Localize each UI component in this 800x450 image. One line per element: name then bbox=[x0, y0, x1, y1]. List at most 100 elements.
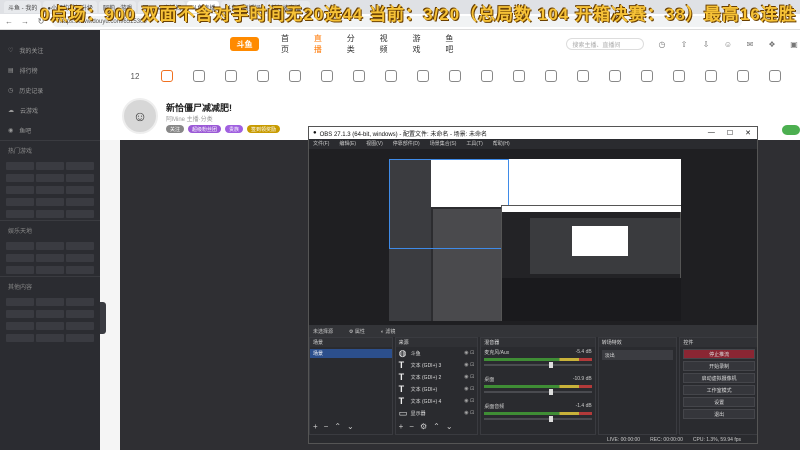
properties-button[interactable]: ⚙ 属性 bbox=[349, 328, 365, 335]
selection-box[interactable] bbox=[389, 159, 509, 249]
feature-item[interactable] bbox=[606, 70, 624, 82]
nav-video[interactable]: 视频 bbox=[380, 33, 391, 55]
add-icon[interactable]: + bbox=[399, 422, 404, 431]
stop-streaming-button[interactable]: 停止推流 bbox=[683, 349, 755, 359]
upload-icon[interactable]: ⇧ bbox=[678, 38, 690, 50]
feature-item[interactable] bbox=[222, 70, 240, 82]
slider-handle[interactable] bbox=[548, 416, 553, 422]
feature-item[interactable] bbox=[766, 70, 784, 82]
scene-item[interactable]: 场景 bbox=[310, 349, 392, 358]
category-link[interactable] bbox=[66, 210, 94, 218]
category-link[interactable] bbox=[6, 322, 34, 330]
virtual-camera-button[interactable]: 启动虚拟摄像机 bbox=[683, 373, 755, 383]
menu-file[interactable]: 文件(F) bbox=[313, 140, 329, 147]
browser-tab[interactable]: 斗鱼 - 我的 bbox=[4, 1, 42, 13]
source-item[interactable]: T 文本 (GDI+) 4 ◉ ⊡ bbox=[396, 395, 478, 407]
category-link[interactable] bbox=[6, 198, 34, 206]
minimize-icon[interactable]: — bbox=[708, 129, 715, 137]
category-link[interactable] bbox=[6, 310, 34, 318]
studio-mode-button[interactable]: 工作室模式 bbox=[683, 385, 755, 395]
category-link[interactable] bbox=[36, 298, 64, 306]
sidebar-item-yuba[interactable]: ◉ 鱼吧 bbox=[0, 120, 100, 140]
feature-item[interactable] bbox=[542, 70, 560, 82]
menu-tools[interactable]: 工具(T) bbox=[466, 140, 482, 147]
visibility-lock-icon[interactable]: ◉ ⊡ bbox=[464, 410, 477, 416]
feature-item[interactable] bbox=[670, 70, 688, 82]
category-link[interactable] bbox=[66, 266, 94, 274]
volume-slider[interactable] bbox=[484, 389, 592, 395]
nav-live[interactable]: 直播 bbox=[314, 33, 325, 55]
browser-tab-active[interactable]: 斗鱼直播 bbox=[187, 1, 220, 13]
menu-scene-collection[interactable]: 场景集合(S) bbox=[430, 140, 457, 147]
category-link[interactable] bbox=[66, 186, 94, 194]
menu-help[interactable]: 帮助(H) bbox=[493, 140, 510, 147]
slider-handle[interactable] bbox=[548, 362, 553, 368]
remove-icon[interactable]: − bbox=[324, 422, 329, 431]
start-recording-button[interactable]: 开始录制 bbox=[683, 361, 755, 371]
category-link[interactable] bbox=[36, 254, 64, 262]
category-link[interactable] bbox=[66, 334, 94, 342]
feature-item[interactable] bbox=[190, 70, 208, 82]
transition-select[interactable]: 淡出 bbox=[601, 350, 674, 360]
noble-badge[interactable]: 贵族 bbox=[225, 125, 244, 133]
close-icon[interactable]: ✕ bbox=[745, 129, 751, 137]
category-link[interactable] bbox=[36, 174, 64, 182]
source-item[interactable]: T 文本 (GDI+) 3 ◉ ⊡ bbox=[396, 359, 478, 371]
feature-item[interactable] bbox=[702, 70, 720, 82]
category-link[interactable] bbox=[36, 334, 64, 342]
address-input[interactable]: https://www.douyu.com/6515300 bbox=[52, 16, 742, 27]
feature-item[interactable] bbox=[446, 70, 464, 82]
sidebar-item-rank[interactable]: ▤ 排行榜 bbox=[0, 60, 100, 80]
search-input[interactable]: 搜索主播、直播间 bbox=[566, 38, 645, 50]
menu-docks[interactable]: 停靠部件(D) bbox=[393, 140, 420, 147]
category-link[interactable] bbox=[66, 310, 94, 318]
sidebar-item-follow[interactable]: ♡ 我的关注 bbox=[0, 40, 100, 60]
download-icon[interactable]: ⇩ bbox=[700, 38, 712, 50]
category-link[interactable] bbox=[36, 210, 64, 218]
move-down-icon[interactable]: ⌄ bbox=[446, 422, 453, 431]
visibility-lock-icon[interactable]: ◉ ⊡ bbox=[464, 362, 477, 368]
remove-icon[interactable]: − bbox=[409, 422, 414, 431]
feature-item[interactable] bbox=[286, 70, 304, 82]
browser-tab[interactable]: 新加坡直播... bbox=[266, 1, 310, 13]
source-item[interactable]: T 文本 (GDI+) ◉ ⊡ bbox=[396, 383, 478, 395]
sidebar-item-cloudgame[interactable]: ☁ 云游戏 bbox=[0, 100, 100, 120]
category-link[interactable] bbox=[66, 242, 94, 250]
forward-icon[interactable]: → bbox=[20, 17, 30, 27]
visibility-lock-icon[interactable]: ◉ ⊡ bbox=[464, 350, 477, 356]
category-link[interactable] bbox=[6, 242, 34, 250]
douyu-logo[interactable]: 斗鱼 bbox=[230, 37, 259, 51]
category-link[interactable] bbox=[6, 298, 34, 306]
menu-view[interactable]: 视图(V) bbox=[366, 140, 383, 147]
browser-tab[interactable]: ●小红的重复升级 bbox=[43, 1, 97, 13]
feature-item[interactable] bbox=[574, 70, 592, 82]
reload-icon[interactable]: ↻ bbox=[36, 17, 46, 27]
category-link[interactable] bbox=[6, 266, 34, 274]
user-icon[interactable]: ☺ bbox=[722, 38, 734, 50]
feature-item[interactable] bbox=[254, 70, 272, 82]
feature-item[interactable] bbox=[382, 70, 400, 82]
volume-slider[interactable] bbox=[484, 362, 592, 368]
category-link[interactable] bbox=[66, 298, 94, 306]
sidebar-item-history[interactable]: ◷ 历史记录 bbox=[0, 80, 100, 100]
category-link[interactable] bbox=[6, 174, 34, 182]
category-link[interactable] bbox=[36, 186, 64, 194]
maximize-icon[interactable]: ☐ bbox=[727, 129, 733, 137]
obs-preview-area[interactable] bbox=[309, 149, 757, 325]
feature-item[interactable] bbox=[350, 70, 368, 82]
message-icon[interactable]: ✉ bbox=[744, 38, 756, 50]
source-item[interactable]: ▭ 显示器 ◉ ⊡ bbox=[396, 407, 478, 419]
move-down-icon[interactable]: ⌄ bbox=[347, 422, 354, 431]
feature-item[interactable] bbox=[734, 70, 752, 82]
nav-home[interactable]: 首页 bbox=[281, 33, 292, 55]
browser-tab[interactable]: 阿莉 - 游戏 bbox=[98, 1, 137, 13]
category-link[interactable] bbox=[66, 174, 94, 182]
filters-button[interactable]: ◐ 滤镜 bbox=[381, 328, 395, 335]
add-icon[interactable]: + bbox=[313, 422, 318, 431]
settings-button[interactable]: 设置 bbox=[683, 397, 755, 407]
move-up-icon[interactable]: ⌃ bbox=[433, 422, 440, 431]
status-pill[interactable] bbox=[782, 125, 800, 135]
visibility-lock-icon[interactable]: ◉ ⊡ bbox=[464, 398, 477, 404]
category-link[interactable] bbox=[6, 162, 34, 170]
source-item[interactable]: T 文本 (GDI+) 2 ◉ ⊡ bbox=[396, 371, 478, 383]
